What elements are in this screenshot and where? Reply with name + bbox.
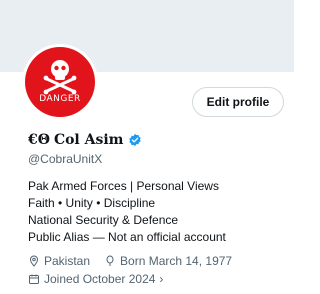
birth-date-text: Born March 14, 1977 (120, 254, 233, 268)
edit-profile-button[interactable]: Edit profile (192, 87, 284, 117)
avatar-danger-text: DANGER (39, 94, 81, 104)
profile-bio: Pak Armed Forces | Personal Views Faith … (28, 178, 288, 246)
calendar-icon (29, 274, 39, 284)
profile-avatar[interactable]: DANGER (22, 44, 98, 120)
balloon-icon (106, 255, 114, 266)
location-text: Pakistan (44, 254, 91, 268)
user-handle: @CobraUnitX (28, 152, 103, 166)
chevron-right-icon[interactable]: › (159, 272, 163, 286)
avatar-image: DANGER (25, 47, 95, 117)
verified-badge-icon[interactable] (128, 133, 142, 147)
bio-line: Public Alias — Not an official account (28, 230, 226, 244)
display-name: Col Asim (53, 132, 124, 148)
location-pin-icon (29, 255, 39, 267)
skull-crossbones-icon (43, 60, 77, 95)
bio-line: National Security & Defence (28, 213, 179, 227)
joined-date-text[interactable]: Joined October 2024 (44, 272, 155, 286)
profile-meta-row: Pakistan Born March 14, 1977 (28, 254, 232, 268)
display-name-row: €Θ Col Asim (28, 130, 142, 150)
bio-line: Faith • Unity • Discipline (28, 196, 156, 210)
name-logo-glyphs: €Θ (28, 132, 50, 148)
bio-line: Pak Armed Forces | Personal Views (28, 179, 219, 193)
profile-meta-row[interactable]: Joined October 2024 › (28, 272, 163, 286)
